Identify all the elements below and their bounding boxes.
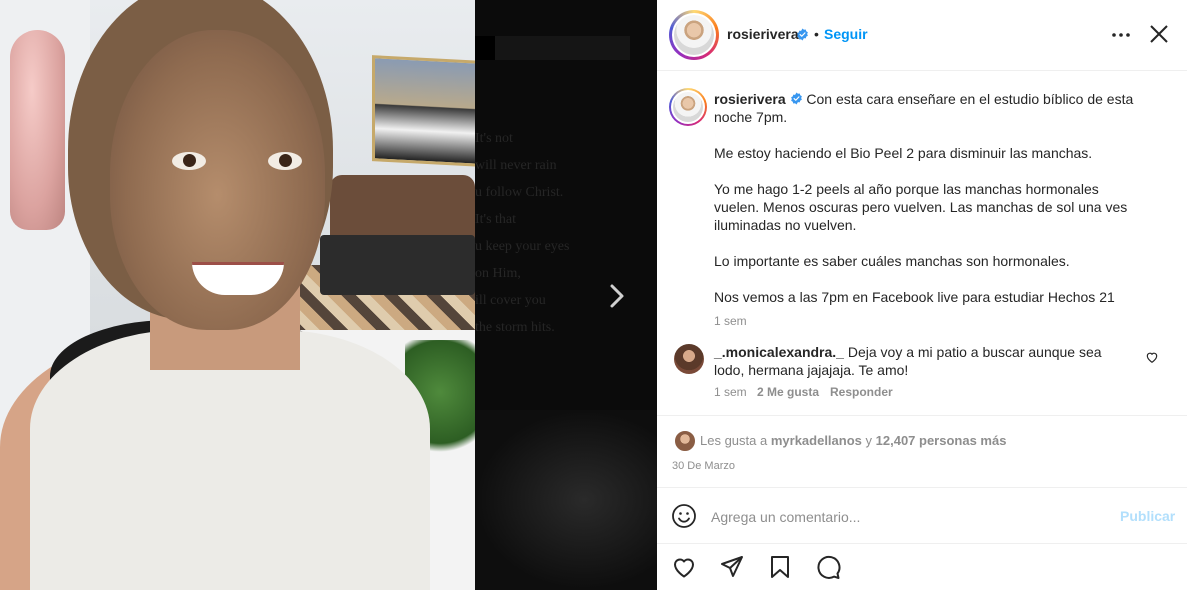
comment-box: Publicar <box>657 487 1187 544</box>
heart-icon[interactable] <box>1145 350 1159 364</box>
avatar-ring-inner <box>672 13 716 57</box>
bookmark-icon[interactable] <box>767 554 793 580</box>
likes-section: Les gusta a myrkadellanos y 12,407 perso… <box>657 415 1187 488</box>
likes-connector: y <box>865 433 873 448</box>
photo-left-eye <box>172 152 206 170</box>
likes-count[interactable]: 12,407 personas más <box>876 433 1007 448</box>
dot-separator: • <box>814 26 819 42</box>
comment: _.monicalexandra._ Deja voy a mi patio a… <box>714 343 1114 379</box>
emoji-icon[interactable] <box>671 503 697 529</box>
header-avatar[interactable] <box>669 10 719 60</box>
comment-icon[interactable] <box>815 554 841 580</box>
overlay-block <box>475 36 495 60</box>
caption-text: Nos vemos a las 7pm en Facebook live par… <box>714 289 1115 305</box>
caption-username[interactable]: rosierivera <box>714 91 786 107</box>
post-caption: rosierivera Con esta cara enseñare en el… <box>714 90 1134 324</box>
follow-button[interactable]: Seguir <box>824 26 868 42</box>
photo-painting <box>372 55 475 167</box>
avatar-ring-inner <box>671 90 705 124</box>
overlay-block <box>495 36 630 60</box>
likes-summary: Les gusta a myrkadellanos y 12,407 perso… <box>700 433 1006 448</box>
comment-likes[interactable]: 2 Me gusta <box>757 385 819 399</box>
liker-avatar[interactable] <box>674 430 696 452</box>
avatar-image <box>674 15 714 55</box>
liker-username[interactable]: myrkadellanos <box>771 433 862 448</box>
action-bar <box>657 543 1187 590</box>
verified-icon <box>797 28 808 41</box>
share-icon[interactable] <box>719 554 745 580</box>
post-details-panel: rosierivera • Seguir rosierivera Con est… <box>657 0 1187 590</box>
caption-text: Me estoy haciendo el Bio Peel 2 para dis… <box>714 145 1093 161</box>
more-icon[interactable] <box>1110 24 1132 46</box>
caption-avatar[interactable] <box>669 88 707 126</box>
comment-input[interactable] <box>709 501 1093 533</box>
close-icon[interactable] <box>1147 22 1171 46</box>
post-date[interactable]: 30 De Marzo <box>672 460 735 472</box>
post-photo[interactable] <box>0 0 475 590</box>
comment-avatar[interactable] <box>674 344 704 374</box>
photo-table <box>320 235 475 295</box>
comment-username[interactable]: _.monicalexandra._ <box>714 344 844 360</box>
reply-button[interactable]: Responder <box>830 385 893 399</box>
photo-balloon <box>10 30 65 230</box>
photo-right-eye <box>268 152 302 170</box>
caption-text: Yo me hago 1-2 peels al año porque las m… <box>714 181 1128 233</box>
heart-icon[interactable] <box>671 554 697 580</box>
chevron-right-icon[interactable] <box>603 282 631 310</box>
likes-prefix: Les gusta a <box>700 433 768 448</box>
caption-timestamp[interactable]: 1 sem <box>714 314 747 328</box>
background-image <box>475 410 657 590</box>
verified-icon <box>790 92 802 105</box>
publish-button[interactable]: Publicar <box>1120 508 1175 524</box>
caption-text: Lo importante es saber cuáles manchas so… <box>714 253 1070 269</box>
post-header: rosierivera • Seguir <box>657 0 1187 71</box>
avatar-image <box>673 92 703 122</box>
header-username[interactable]: rosierivera <box>727 26 799 42</box>
comment-timestamp[interactable]: 1 sem <box>714 385 747 399</box>
